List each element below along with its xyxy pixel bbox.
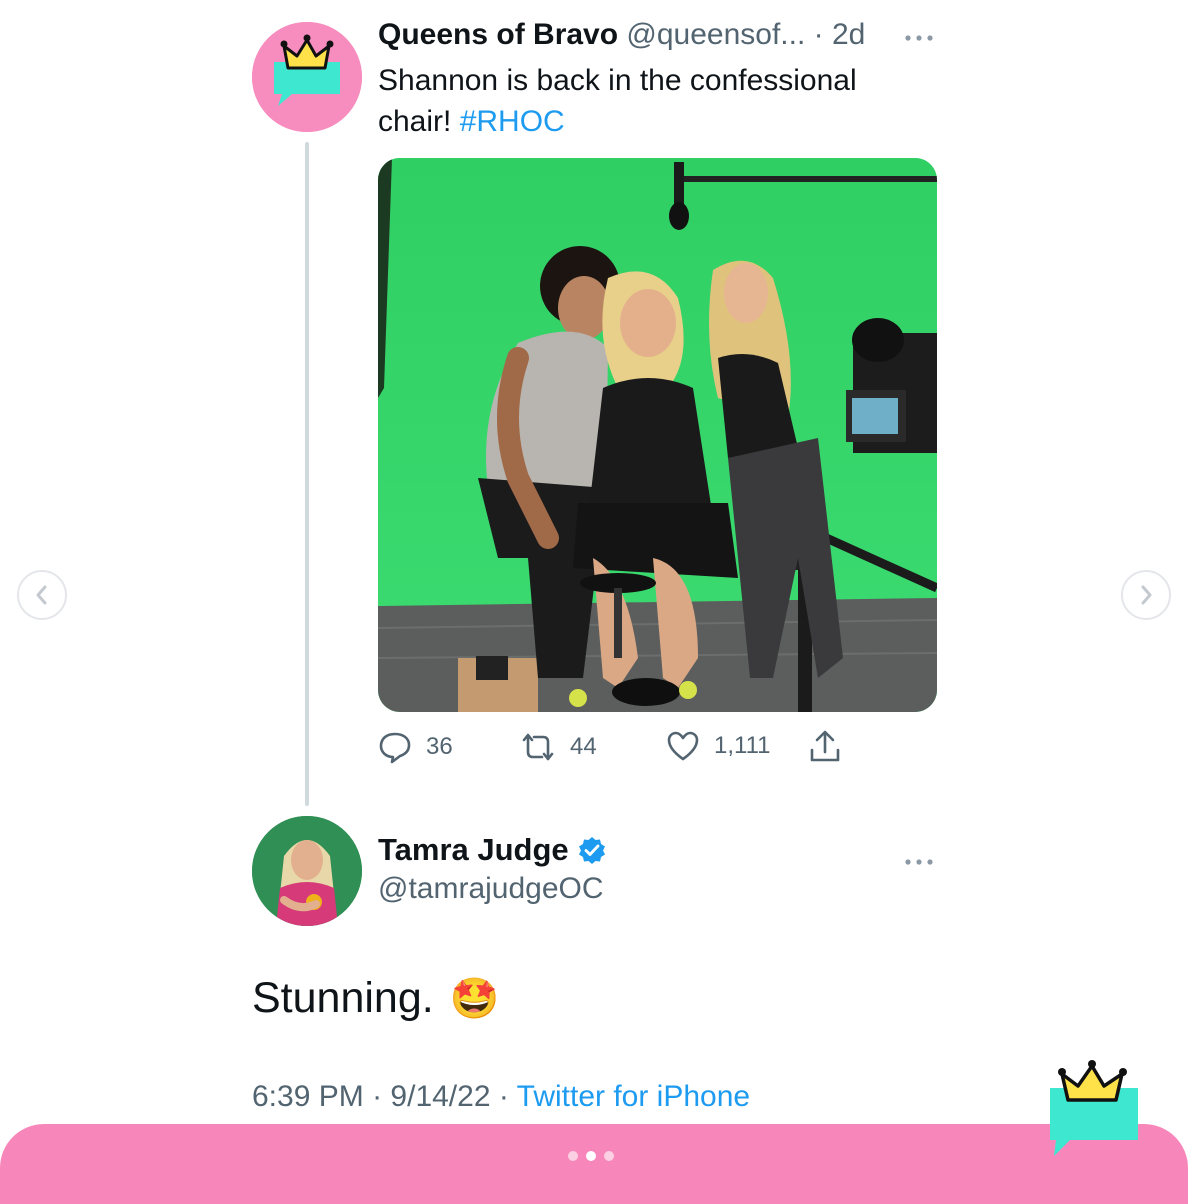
carousel-prev-button[interactable] xyxy=(17,570,67,620)
crown-logo-icon xyxy=(1050,1060,1138,1156)
profile-photo xyxy=(252,816,362,926)
carousel-dot-active[interactable] xyxy=(586,1151,596,1161)
brand-logo xyxy=(1046,1058,1142,1158)
photo-illustration xyxy=(378,158,937,712)
thread-line xyxy=(305,142,309,806)
reply-body: Stunning. xyxy=(252,974,434,1022)
bottom-bar xyxy=(0,1124,1188,1204)
reply-timestamp: 6:39 PM · 9/14/22 · Twitter for iPhone xyxy=(252,1080,750,1114)
more-icon xyxy=(905,35,933,41)
carousel-dots xyxy=(568,1151,614,1161)
ts-separator-1: · xyxy=(372,1080,383,1113)
tamra-avatar[interactable] xyxy=(252,816,362,926)
carousel-dot[interactable] xyxy=(568,1151,578,1161)
reply-time[interactable]: 6:39 PM xyxy=(252,1080,364,1113)
share-button[interactable] xyxy=(808,728,842,764)
meta-separator: · xyxy=(813,18,824,51)
crown-logo-icon xyxy=(252,22,362,132)
retweet-button[interactable]: 44 xyxy=(520,730,597,764)
like-count: 1,111 xyxy=(714,732,771,759)
like-icon xyxy=(667,731,699,761)
tweet-photo[interactable] xyxy=(378,158,937,712)
hashtag-link[interactable]: #RHOC xyxy=(460,105,565,138)
quoted-tweet-header: Queens of Bravo @queensof... · 2d xyxy=(378,18,865,52)
reply-button[interactable]: 36 xyxy=(378,730,453,764)
quoted-tweet-body: Shannon is back in the confessional chai… xyxy=(378,64,857,138)
tamra-name-row: Tamra Judge xyxy=(378,832,607,868)
quoted-actions-bar: 36 44 1,111 xyxy=(378,728,858,768)
tamra-display-name[interactable]: Tamra Judge xyxy=(378,832,569,868)
like-button[interactable]: 1,111 xyxy=(666,730,771,762)
quoted-handle[interactable]: @queensof... xyxy=(626,18,805,51)
share-icon xyxy=(810,730,840,762)
ts-separator-2: · xyxy=(498,1080,509,1113)
reply-more-button[interactable] xyxy=(904,846,934,872)
more-icon xyxy=(905,859,933,865)
quoted-display-name[interactable]: Queens of Bravo xyxy=(378,18,618,51)
chevron-right-icon xyxy=(1141,585,1152,605)
reply-date[interactable]: 9/14/22 xyxy=(390,1080,490,1113)
quoted-tweet-text: Shannon is back in the confessional chai… xyxy=(378,60,938,142)
chevron-left-icon xyxy=(36,585,47,605)
reply-source[interactable]: Twitter for iPhone xyxy=(517,1080,750,1113)
reply-icon xyxy=(379,732,411,764)
carousel-dot[interactable] xyxy=(604,1151,614,1161)
carousel-next-button[interactable] xyxy=(1121,570,1171,620)
quoted-time[interactable]: 2d xyxy=(832,18,865,51)
quoted-more-button[interactable] xyxy=(904,22,934,48)
reply-count: 36 xyxy=(426,733,453,760)
tamra-handle[interactable]: @tamrajudgeOC xyxy=(378,872,604,906)
reply-tweet-text: Stunning. 🤩 xyxy=(252,974,500,1023)
retweet-count: 44 xyxy=(570,733,597,760)
queens-avatar[interactable] xyxy=(252,22,362,132)
verified-icon xyxy=(578,837,605,864)
retweet-icon xyxy=(522,733,554,761)
star-struck-emoji: 🤩 xyxy=(449,977,500,1021)
